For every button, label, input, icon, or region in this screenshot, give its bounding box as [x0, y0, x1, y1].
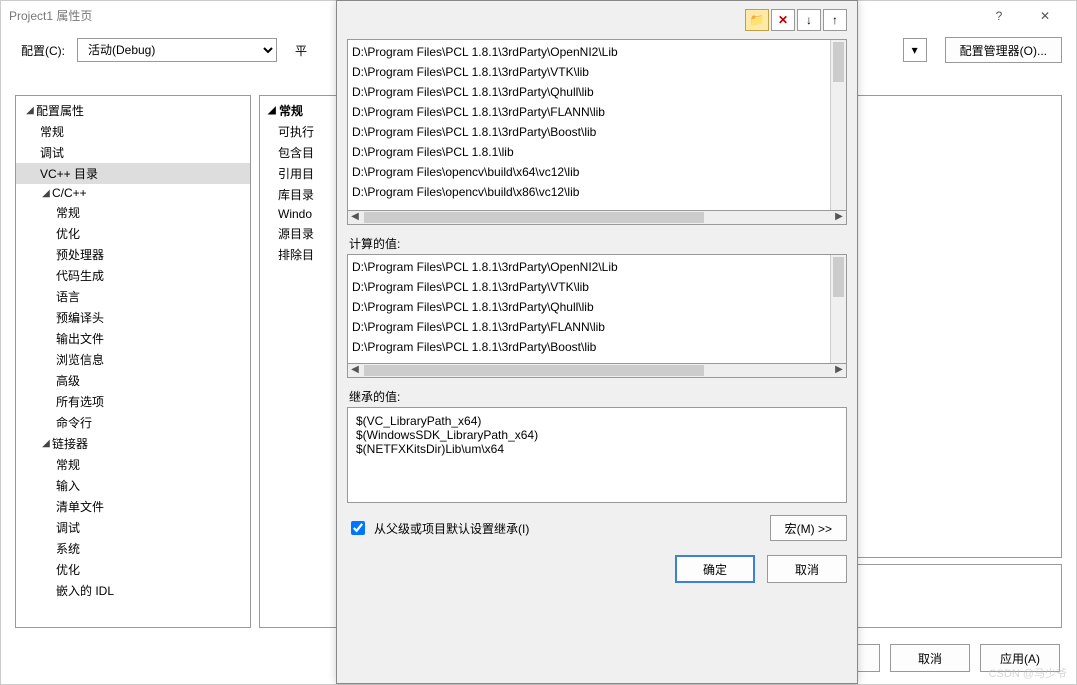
tree-cc-codegen[interactable]: 代码生成	[16, 265, 250, 286]
path-line[interactable]: D:\Program Files\PCL 1.8.1\3rdParty\Qhul…	[352, 82, 842, 102]
calc-line: D:\Program Files\PCL 1.8.1\3rdParty\FLAN…	[352, 317, 842, 337]
path-line[interactable]: D:\Program Files\PCL 1.8.1\lib	[352, 142, 842, 162]
config-label: 配置(C):	[21, 42, 65, 59]
tree-lk-manifest[interactable]: 清单文件	[16, 496, 250, 517]
category-panel: ◢常规 可执行 包含目 引用目 库目录 Windo 源目录 排除目	[259, 95, 337, 628]
watermark: CSDN @马少爷	[989, 665, 1067, 681]
tree-lk-opt[interactable]: 优化	[16, 559, 250, 580]
cat-exclude[interactable]: 排除目	[260, 244, 336, 265]
cancel-button[interactable]: 取消	[767, 555, 847, 583]
tree-cc-lang[interactable]: 语言	[16, 286, 250, 307]
cat-exec[interactable]: 可执行	[260, 121, 336, 142]
calculated-label: 计算的值:	[349, 235, 847, 252]
cat-winrt[interactable]: Windo	[260, 205, 336, 223]
new-line-button[interactable]: 📁	[745, 9, 769, 31]
tree-vcdir[interactable]: VC++ 目录	[16, 163, 250, 184]
cat-ref[interactable]: 引用目	[260, 163, 336, 184]
close-button[interactable]: ✕	[1022, 1, 1068, 31]
calculated-listbox[interactable]: D:\Program Files\PCL 1.8.1\3rdParty\Open…	[347, 254, 847, 364]
editor-toolbar: 📁 ✕ ↓ ↑	[347, 9, 847, 35]
scroll-right-icon[interactable]: ▶	[832, 364, 846, 376]
inherited-label: 继承的值:	[349, 388, 847, 405]
arrow-up-icon: ↑	[832, 13, 838, 27]
chevron-down-icon: ▾	[912, 43, 918, 57]
calc-line: D:\Program Files\PCL 1.8.1\3rdParty\Qhul…	[352, 297, 842, 317]
tree-debug[interactable]: 调试	[16, 142, 250, 163]
tree-cc-all[interactable]: 所有选项	[16, 391, 250, 412]
tree-cc-adv[interactable]: 高级	[16, 370, 250, 391]
tree-general[interactable]: 常规	[16, 121, 250, 142]
category-head[interactable]: ◢常规	[260, 100, 336, 121]
tree-root[interactable]: ◢配置属性	[16, 100, 250, 121]
calc-line: D:\Program Files\PCL 1.8.1\3rdParty\Boos…	[352, 337, 842, 357]
tree-cc-general[interactable]: 常规	[16, 202, 250, 223]
path-editor-dialog: 📁 ✕ ↓ ↑ D:\Program Files\PCL 1.8.1\3rdPa…	[336, 0, 858, 684]
delete-line-button[interactable]: ✕	[771, 9, 795, 31]
tree-cc-prep[interactable]: 预处理器	[16, 244, 250, 265]
arrow-down-icon: ↓	[806, 13, 812, 27]
tree-lk-idl[interactable]: 嵌入的 IDL	[16, 580, 250, 601]
vscrollbar[interactable]	[830, 40, 846, 210]
ok-button[interactable]: 确定	[675, 555, 755, 583]
inherit-checkbox[interactable]	[351, 521, 365, 535]
config-tree[interactable]: ◢配置属性 常规 调试 VC++ 目录 ◢C/C++ 常规 优化 预处理器 代码…	[15, 95, 251, 628]
calc-line: D:\Program Files\PCL 1.8.1\3rdParty\VTK\…	[352, 277, 842, 297]
calc-line: D:\Program Files\PCL 1.8.1\3rdParty\Open…	[352, 257, 842, 277]
platform-label: 平	[295, 42, 307, 59]
tree-lk-general[interactable]: 常规	[16, 454, 250, 475]
path-line[interactable]: D:\Program Files\PCL 1.8.1\3rdParty\Open…	[352, 42, 842, 62]
help-button[interactable]: ?	[976, 1, 1022, 31]
tree-lk-debug[interactable]: 调试	[16, 517, 250, 538]
cat-lib[interactable]: 库目录	[260, 184, 336, 205]
inherited-line: $(WindowsSDK_LibraryPath_x64)	[356, 428, 838, 442]
cat-include[interactable]: 包含目	[260, 142, 336, 163]
scroll-right-icon[interactable]: ▶	[832, 211, 846, 223]
scroll-left-icon[interactable]: ◀	[348, 364, 362, 376]
scroll-left-icon[interactable]: ◀	[348, 211, 362, 223]
path-line[interactable]: D:\Program Files\opencv\build\x64\vc12\l…	[352, 162, 842, 182]
tree-cc-browse[interactable]: 浏览信息	[16, 349, 250, 370]
inherited-listbox[interactable]: $(VC_LibraryPath_x64) $(WindowsSDK_Libra…	[347, 407, 847, 503]
tree-cc-pch[interactable]: 预编译头	[16, 307, 250, 328]
hscrollbar-calc[interactable]: ◀ ▶	[347, 364, 847, 378]
platform-select[interactable]: ▾	[903, 38, 927, 62]
folder-icon: 📁	[750, 13, 765, 27]
cat-source[interactable]: 源目录	[260, 223, 336, 244]
tree-cc-output[interactable]: 输出文件	[16, 328, 250, 349]
path-line[interactable]: D:\Program Files\PCL 1.8.1\3rdParty\VTK\…	[352, 62, 842, 82]
inherited-line: $(NETFXKitsDir)Lib\um\x64	[356, 442, 838, 456]
tree-linker[interactable]: ◢链接器	[16, 433, 250, 454]
path-line[interactable]: D:\Program Files\opencv\build\x86\vc12\l…	[352, 182, 842, 202]
x-icon: ✕	[778, 13, 788, 27]
tree-lk-system[interactable]: 系统	[16, 538, 250, 559]
move-up-button[interactable]: ↑	[823, 9, 847, 31]
tree-lk-input[interactable]: 输入	[16, 475, 250, 496]
inherited-line: $(VC_LibraryPath_x64)	[356, 414, 838, 428]
move-down-button[interactable]: ↓	[797, 9, 821, 31]
back-cancel-button[interactable]: 取消	[890, 644, 970, 672]
hscrollbar[interactable]: ◀ ▶	[347, 211, 847, 225]
tree-cc-cmd[interactable]: 命令行	[16, 412, 250, 433]
path-line[interactable]: D:\Program Files\PCL 1.8.1\3rdParty\FLAN…	[352, 102, 842, 122]
path-line[interactable]: D:\Program Files\PCL 1.8.1\3rdParty\Boos…	[352, 122, 842, 142]
macros-button[interactable]: 宏(M) >>	[770, 515, 847, 541]
inherit-check-label: 从父级或项目默认设置继承(I)	[374, 520, 529, 537]
config-select[interactable]: 活动(Debug)	[77, 38, 277, 62]
tree-cc-opt[interactable]: 优化	[16, 223, 250, 244]
window-title: Project1 属性页	[9, 1, 92, 31]
tree-cc[interactable]: ◢C/C++	[16, 184, 250, 202]
vscrollbar[interactable]	[830, 255, 846, 363]
paths-listbox[interactable]: D:\Program Files\PCL 1.8.1\3rdParty\Open…	[347, 39, 847, 211]
config-manager-button[interactable]: 配置管理器(O)...	[945, 37, 1062, 63]
